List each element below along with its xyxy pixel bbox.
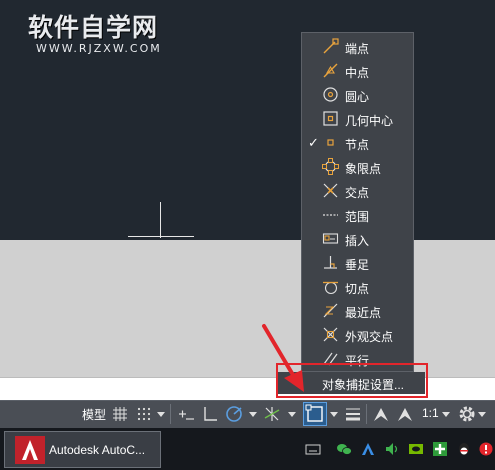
isometric-drafting-icon[interactable] (262, 404, 282, 424)
alert-icon[interactable] (478, 441, 494, 457)
check-icon (308, 207, 320, 221)
menu-item-label: 端点 (345, 42, 370, 56)
menu-item-endpoint[interactable]: 端点 (302, 35, 413, 59)
qq-icon[interactable] (456, 441, 472, 457)
menu-item-label: 范围 (345, 210, 370, 224)
annotation-visibility-icon[interactable] (371, 404, 391, 424)
crosshair-vertical (160, 202, 161, 238)
check-icon: ✓ (308, 135, 319, 150)
intersection-icon (323, 183, 338, 198)
menu-item-insertion[interactable]: 插入 (302, 227, 413, 251)
menu-item-parallel[interactable]: 平行 (302, 347, 413, 371)
crosshair-horizontal (128, 236, 194, 237)
chevron-down-icon[interactable] (157, 410, 165, 418)
menu-item-apparent-intersection[interactable]: 外观交点 (302, 323, 413, 347)
chevron-down-icon[interactable] (249, 410, 257, 418)
check-icon (308, 39, 320, 53)
lineweight-icon[interactable] (343, 404, 363, 424)
menu-item-label: 外观交点 (345, 330, 394, 344)
menu-item-perpendicular[interactable]: 垂足 (302, 251, 413, 275)
drawing-canvas-lower[interactable] (0, 240, 495, 377)
check-icon (308, 63, 320, 77)
check-icon (308, 279, 320, 293)
keyboard-icon[interactable] (305, 441, 321, 457)
check-icon (308, 255, 320, 269)
check-icon (308, 231, 320, 245)
quadrant-icon (322, 158, 339, 175)
snap-mode-icon[interactable] (134, 404, 154, 424)
gear-icon[interactable] (457, 404, 477, 424)
object-snap-icon (305, 404, 323, 422)
settings-label: 对象捕捉设置... (322, 378, 405, 392)
volume-icon[interactable] (384, 441, 400, 457)
menu-item-extension[interactable]: 范围 (302, 203, 413, 227)
check-icon (308, 183, 320, 197)
menu-item-label: 交点 (345, 186, 370, 200)
nearest-icon (323, 303, 338, 318)
check-icon (308, 303, 320, 317)
taskbar-app-label: Autodesk AutoC... (49, 443, 146, 457)
watermark: 软件自学网 WWW.RJZXW.COM (28, 8, 162, 55)
app-a-icon[interactable] (360, 441, 376, 457)
menu-item-label: 垂足 (345, 258, 370, 272)
shield-plus-icon[interactable] (432, 441, 448, 457)
watermark-title: 软件自学网 (28, 14, 159, 42)
menu-item-label: 平行 (345, 354, 370, 368)
center-icon (323, 87, 338, 102)
menu-item-geometric-center[interactable]: 几何中心 (302, 107, 413, 131)
perpendicular-icon (324, 256, 337, 269)
menu-item-label: 节点 (345, 138, 370, 152)
menu-item-tangent[interactable]: 切点 (302, 275, 413, 299)
check-icon (308, 159, 320, 173)
autocad-logo-icon (15, 436, 45, 464)
separator (366, 404, 367, 424)
ortho-mode-icon[interactable] (200, 404, 220, 424)
menu-item-label: 象限点 (345, 162, 382, 176)
menu-item-label: 中点 (345, 66, 370, 80)
taskbar-app-autocad[interactable]: Autodesk AutoC... (4, 431, 161, 468)
menu-item-label: 切点 (345, 282, 370, 296)
nvidia-icon[interactable] (408, 441, 424, 457)
infer-constraints-icon[interactable] (176, 404, 196, 424)
watermark-url: WWW.RJZXW.COM (36, 42, 162, 55)
chevron-down-icon[interactable] (330, 410, 338, 418)
chevron-down-icon[interactable] (478, 410, 486, 418)
menu-item-label: 几何中心 (345, 114, 394, 128)
node-icon (327, 139, 334, 146)
menu-item-midpoint[interactable]: 中点 (302, 59, 413, 83)
tangent-icon (323, 281, 338, 295)
chevron-down-icon[interactable] (442, 410, 450, 418)
menu-item-label: 插入 (345, 234, 370, 248)
object-snap-toggle[interactable] (303, 402, 327, 426)
chevron-down-icon[interactable] (288, 410, 296, 418)
status-bar (0, 400, 495, 428)
separator (170, 404, 171, 424)
extension-icon (323, 214, 338, 216)
menu-item-quadrant[interactable]: 象限点 (302, 155, 413, 179)
geometric-center-icon (323, 111, 338, 126)
check-icon (308, 111, 320, 125)
menu-item-label: 圆心 (345, 90, 370, 104)
menu-item-intersection[interactable]: 交点 (302, 179, 413, 203)
menu-item-label: 最近点 (345, 306, 382, 320)
grid-icon[interactable] (110, 404, 130, 424)
polar-tracking-icon[interactable] (224, 404, 244, 424)
wechat-icon[interactable] (336, 441, 352, 457)
midpoint-icon (323, 63, 338, 78)
red-arrow-icon (262, 324, 304, 392)
menu-item-nearest[interactable]: 最近点 (302, 299, 413, 323)
parallel-icon (323, 352, 338, 366)
model-tab[interactable]: 模型 (79, 404, 109, 424)
auto-scale-icon[interactable] (395, 404, 415, 424)
insertion-icon (322, 233, 339, 244)
object-snap-menu: 端点 中点 圆心 几何中心 ✓ 节点 象限点 交点 范围 插入 垂足 切点 最近… (301, 32, 414, 372)
annotation-scale[interactable]: 1:1 (422, 406, 439, 420)
menu-item-node[interactable]: ✓ 节点 (302, 131, 413, 155)
menu-item-center[interactable]: 圆心 (302, 83, 413, 107)
apparent-intersection-icon (323, 327, 338, 342)
check-icon (308, 87, 320, 101)
endpoint-icon (323, 38, 339, 54)
